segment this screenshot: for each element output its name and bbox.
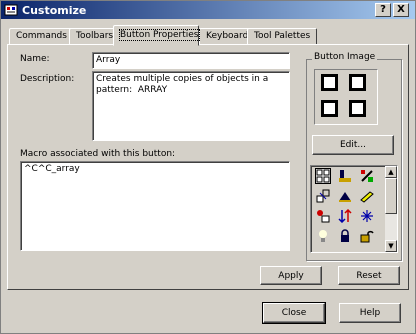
preview-square: [321, 100, 338, 117]
layer-icon[interactable]: [337, 168, 353, 184]
tab-strip: Commands Toolbars Button Properties Keyb…: [7, 25, 411, 46]
macro-field[interactable]: ^C^C_array: [20, 161, 290, 251]
tab-commands[interactable]: Commands: [9, 28, 74, 45]
help-title-button[interactable]: ?: [375, 3, 391, 17]
preview-square: [349, 74, 366, 91]
close-button[interactable]: Close: [262, 302, 326, 324]
bulb-icon[interactable]: [315, 228, 331, 244]
scroll-thumb[interactable]: [385, 178, 397, 214]
title-bar: Customize ? X: [1, 1, 415, 19]
description-field[interactable]: Creates multiple copies of objects in a …: [92, 71, 290, 141]
sort-icon[interactable]: [337, 208, 353, 224]
tab-button-properties[interactable]: Button Properties: [113, 25, 200, 46]
preview-square: [349, 100, 366, 117]
help-button[interactable]: Help: [339, 303, 401, 323]
button-image-list[interactable]: ▲ ▼: [310, 165, 398, 253]
name-field[interactable]: Array: [92, 52, 290, 69]
app-icon: [4, 3, 18, 17]
tab-tool-palettes[interactable]: Tool Palettes: [247, 28, 318, 45]
scale-icon[interactable]: [315, 188, 331, 204]
button-properties-panel: Name: Array Description: Creates multipl…: [7, 44, 409, 290]
customize-dialog: Customize ? X Commands Toolbars Button P…: [0, 0, 416, 334]
lock-icon[interactable]: [337, 228, 353, 244]
snowflake-icon[interactable]: [359, 208, 375, 224]
pencil-icon[interactable]: [359, 188, 375, 204]
button-image-preview: [314, 69, 378, 125]
scroll-up-icon[interactable]: ▲: [385, 166, 397, 178]
triangle-icon[interactable]: [337, 188, 353, 204]
description-label: Description:: [20, 74, 75, 84]
edit-button[interactable]: Edit...: [312, 135, 394, 155]
macro-label: Macro associated with this button:: [20, 149, 176, 159]
scroll-down-icon[interactable]: ▼: [385, 240, 397, 252]
name-label: Name:: [20, 54, 50, 64]
reset-button[interactable]: Reset: [338, 266, 400, 285]
preview-square: [321, 74, 338, 91]
unlock-icon[interactable]: [359, 228, 375, 244]
edit-icon[interactable]: [359, 168, 375, 184]
close-title-button[interactable]: X: [393, 3, 409, 17]
window-title: Customize: [22, 3, 87, 17]
node-icon[interactable]: [315, 208, 331, 224]
button-image-label: Button Image: [312, 52, 378, 62]
apply-button[interactable]: Apply: [260, 266, 322, 285]
icon-list-scrollbar[interactable]: ▲ ▼: [385, 166, 397, 252]
array-icon[interactable]: [315, 168, 331, 184]
